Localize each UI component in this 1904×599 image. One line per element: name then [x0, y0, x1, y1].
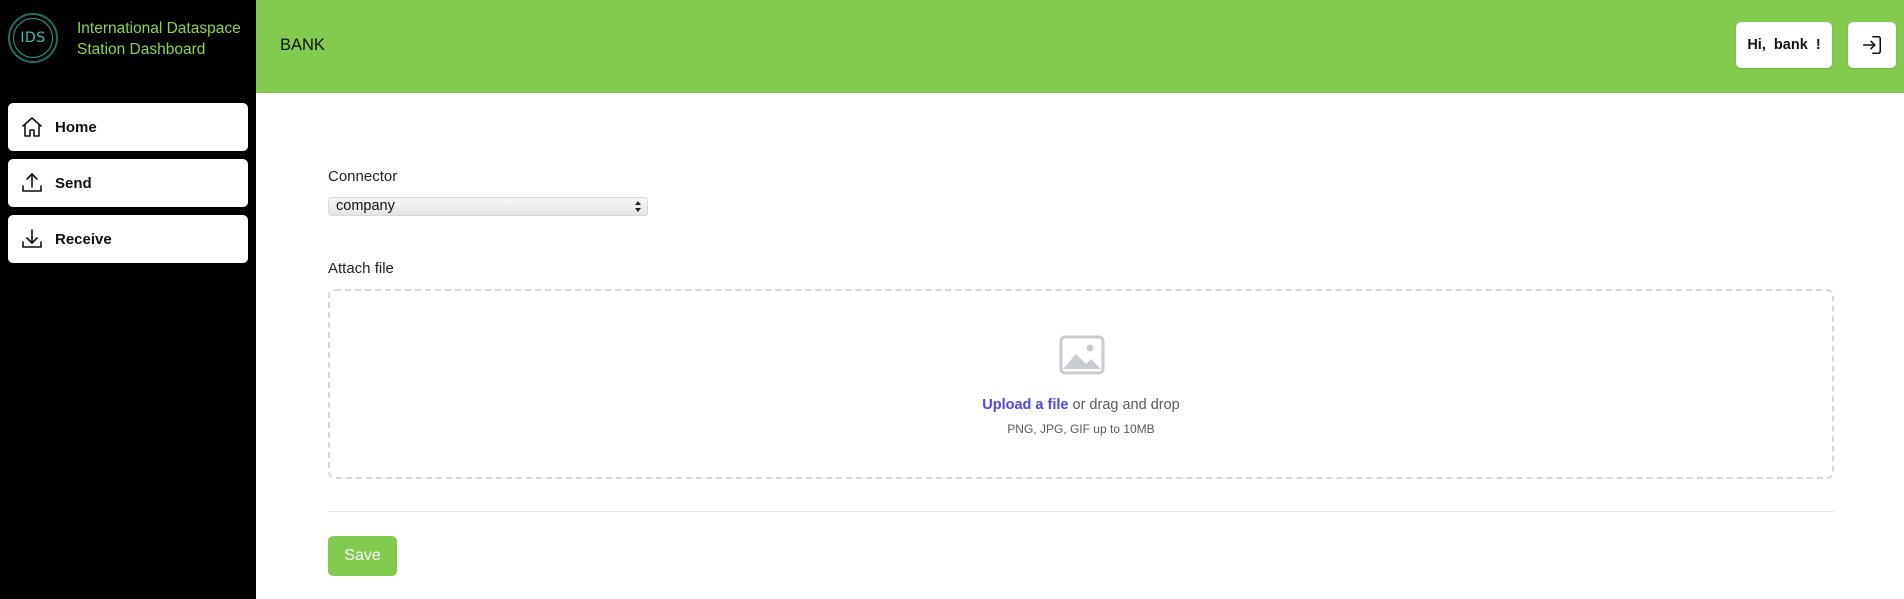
- user-name: bank: [1773, 37, 1808, 53]
- download-icon: [20, 227, 44, 251]
- sidebar-item-home[interactable]: Home: [8, 103, 248, 151]
- ids-logo-text: IDS: [13, 18, 53, 58]
- user-greeting: Hi, bank !: [1736, 22, 1832, 68]
- save-button[interactable]: Save: [328, 536, 397, 576]
- upload-file-link[interactable]: Upload a file: [982, 397, 1068, 413]
- upload-instructions: Upload a file or drag and drop: [330, 397, 1832, 413]
- sidebar-item-label: Send: [55, 174, 92, 192]
- connector-select[interactable]: company: [328, 197, 648, 216]
- brand: IDS International Dataspace Station Dash…: [8, 13, 248, 63]
- attach-file-label: Attach file: [328, 260, 394, 277]
- drag-drop-text: or drag and drop: [1072, 397, 1180, 413]
- brand-title: International Dataspace Station Dashboar…: [77, 20, 241, 58]
- sidebar-item-label: Home: [55, 118, 97, 136]
- logout-icon: [1861, 34, 1883, 56]
- file-type-hint: PNG, JPG, GIF up to 10MB: [1007, 422, 1155, 436]
- page-title: BANK: [280, 36, 325, 54]
- logout-button[interactable]: [1848, 22, 1896, 68]
- sidebar-item-send[interactable]: Send: [8, 159, 248, 207]
- sidebar-item-label: Receive: [55, 230, 112, 248]
- greeting-suffix: !: [1815, 37, 1821, 53]
- connector-select-value: company: [336, 198, 395, 214]
- upload-icon: [20, 171, 44, 195]
- image-icon: [1059, 335, 1105, 375]
- home-icon: [20, 115, 44, 139]
- connector-label: Connector: [328, 168, 398, 185]
- sidebar-item-receive[interactable]: Receive: [8, 215, 248, 263]
- greeting-prefix: Hi,: [1747, 37, 1766, 53]
- select-arrows-icon: [634, 200, 642, 213]
- file-dropzone[interactable]: Upload a file or drag and drop PNG, JPG,…: [328, 289, 1834, 479]
- divider: [328, 511, 1834, 512]
- sidebar: IDS International Dataspace Station Dash…: [0, 0, 256, 599]
- ids-logo: IDS: [8, 13, 58, 63]
- top-header: BANK Hi, bank !: [256, 0, 1904, 93]
